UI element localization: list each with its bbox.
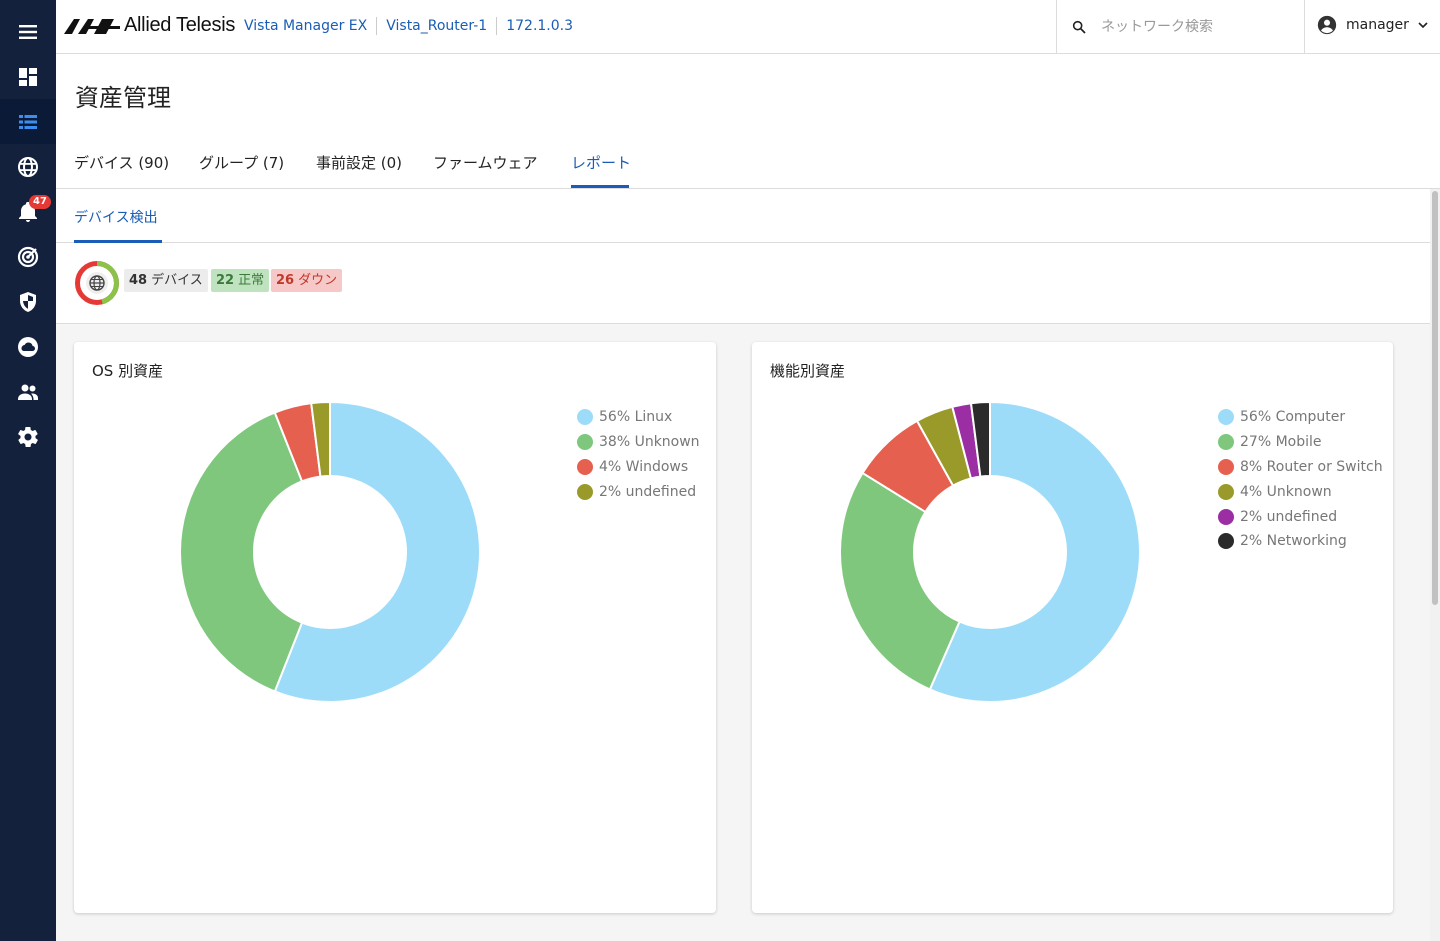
logo[interactable]: Allied Telesis — [64, 14, 235, 37]
function-legend-item[interactable]: 27% Mobile — [1218, 430, 1383, 455]
tab-provisioning[interactable]: 事前設定 (0) — [316, 152, 402, 173]
legend-swatch — [1218, 409, 1234, 426]
globe-icon[interactable] — [0, 144, 56, 189]
gear-icon[interactable] — [0, 414, 56, 459]
os-assets-card: OS 別資産 56% Linux 38% Unknown 4% Windows 2% … — [74, 342, 716, 913]
asset-list-icon[interactable] — [0, 99, 56, 144]
legend-label: 56% Computer — [1240, 409, 1346, 426]
tab-groups[interactable]: グループ (7) — [199, 152, 284, 173]
network-search — [1056, 0, 1305, 54]
total-devices-badge[interactable]: 48 デバイス — [124, 269, 208, 292]
os-legend-item[interactable]: 2% undefined — [577, 479, 700, 504]
legend-label: 56% Linux — [599, 409, 673, 426]
breadcrumb-app[interactable]: Vista Manager EX — [244, 18, 367, 34]
function-legend-item[interactable]: 4% Unknown — [1218, 479, 1383, 504]
function-legend-item[interactable]: 2% undefined — [1218, 504, 1383, 529]
legend-swatch — [1218, 483, 1234, 500]
search-icon[interactable] — [1071, 19, 1087, 35]
user-name: manager — [1346, 17, 1409, 33]
legend-label: 38% Unknown — [599, 434, 700, 451]
subtab-device-discovery[interactable]: デバイス検出 — [74, 207, 158, 227]
ok-label: 正常 — [238, 273, 265, 288]
total-count: 48 — [129, 273, 148, 288]
sidebar: 47 — [0, 0, 56, 941]
users-icon[interactable] — [0, 369, 56, 414]
legend-swatch — [1218, 458, 1234, 475]
device-summary: 48 デバイス 22 正常 26 ダウン — [56, 243, 1430, 324]
alert-count-badge: 47 — [29, 195, 51, 209]
allied-telesis-logo-icon — [64, 18, 120, 34]
tab-reports[interactable]: レポート — [571, 152, 631, 173]
shield-icon[interactable] — [0, 279, 56, 324]
os-legend-item[interactable]: 4% Windows — [577, 455, 700, 480]
logo-text: Allied Telesis — [124, 14, 236, 36]
account-icon — [1317, 15, 1337, 35]
report-content: OS 別資産 56% Linux 38% Unknown 4% Windows 2% … — [56, 324, 1430, 941]
scrollbar-thumb[interactable] — [1432, 191, 1438, 605]
menu-icon[interactable] — [0, 9, 56, 54]
os-assets-legend: 56% Linux 38% Unknown 4% Windows 2% undefin… — [577, 405, 700, 504]
legend-label: 8% Router or Switch — [1240, 458, 1383, 475]
search-input[interactable] — [1101, 19, 1291, 35]
breadcrumb-divider — [496, 17, 498, 35]
legend-swatch — [577, 483, 593, 500]
legend-swatch — [1218, 434, 1234, 451]
breadcrumb-device[interactable]: Vista_Router-1 — [386, 18, 487, 34]
function-legend-item[interactable]: 8% Router or Switch — [1218, 455, 1383, 480]
breadcrumb-ip[interactable]: 172.1.0.3 — [506, 18, 573, 34]
function-slice-mobile[interactable] — [839, 471, 961, 691]
function-assets-card: 機能別資産 56% Computer 27% Mobile 8% Router or… — [752, 342, 1393, 913]
main-tabs: デバイス (90) グループ (7) 事前設定 (0) ファームウェア レポート — [56, 140, 1440, 189]
function-legend-item[interactable]: 2% Networking — [1218, 529, 1383, 554]
legend-swatch — [1218, 533, 1234, 550]
legend-swatch — [577, 409, 593, 426]
legend-label: 2% Networking — [1240, 533, 1347, 550]
cloud-icon[interactable] — [0, 324, 56, 369]
device-status-ring — [75, 261, 119, 305]
function-legend-item[interactable]: 56% Computer — [1218, 405, 1383, 430]
chevron-down-icon — [1418, 22, 1428, 29]
down-devices-badge[interactable]: 26 ダウン — [271, 269, 343, 292]
down-label: ダウン — [298, 273, 338, 288]
down-count: 26 — [276, 273, 295, 288]
legend-label: 2% undefined — [599, 483, 697, 500]
breadcrumb: Vista Manager EX Vista_Router-1 172.1.0.… — [244, 17, 573, 35]
legend-swatch — [577, 434, 593, 451]
os-slice-unknown[interactable] — [179, 411, 304, 693]
breadcrumb-divider — [376, 17, 378, 35]
function-assets-legend: 56% Computer 27% Mobile 8% Router or Switc… — [1218, 405, 1383, 554]
bell-icon[interactable]: 47 — [0, 189, 56, 234]
tab-devices[interactable]: デバイス (90) — [74, 152, 169, 173]
sub-tabs: デバイス検出 — [56, 189, 1430, 243]
scrollbar[interactable] — [1430, 189, 1440, 941]
os-legend-item[interactable]: 38% Unknown — [577, 430, 700, 455]
legend-label: 2% undefined — [1240, 508, 1338, 525]
total-label: デバイス — [151, 273, 203, 288]
legend-swatch — [577, 458, 593, 475]
radar-icon[interactable] — [0, 234, 56, 279]
tab-firmware[interactable]: ファームウェア — [433, 152, 538, 173]
legend-label: 4% Windows — [599, 458, 689, 475]
top-header: Allied Telesis Vista Manager EX Vista_Ro… — [56, 0, 1440, 54]
legend-label: 4% Unknown — [1240, 483, 1332, 500]
os-legend-item[interactable]: 56% Linux — [577, 405, 700, 430]
user-menu[interactable]: manager — [1316, 14, 1429, 36]
ok-devices-badge[interactable]: 22 正常 — [211, 269, 270, 292]
active-tab-indicator — [571, 185, 629, 188]
ok-count: 22 — [216, 273, 235, 288]
legend-label: 27% Mobile — [1240, 434, 1322, 451]
page-title: 資産管理 — [75, 84, 171, 112]
legend-swatch — [1218, 508, 1234, 525]
dashboard-icon[interactable] — [0, 54, 56, 99]
